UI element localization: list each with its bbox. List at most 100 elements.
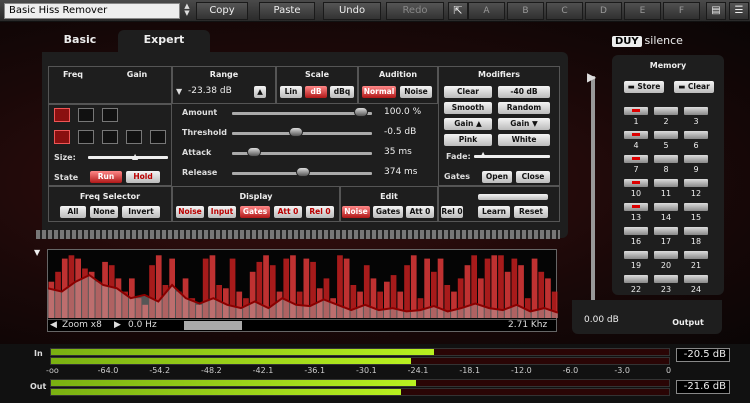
slot-c-button[interactable]: C	[546, 2, 583, 20]
memory-slot-19-button[interactable]	[624, 251, 648, 259]
range-down-icon[interactable]: ▼	[176, 87, 182, 96]
select-none-button[interactable]: None	[90, 206, 118, 218]
display-input-button[interactable]: Input	[208, 206, 236, 218]
graph-scroll-thumb[interactable]	[184, 321, 242, 330]
reset-button[interactable]: Reset	[514, 206, 548, 218]
memory-slot-17-button[interactable]	[654, 227, 678, 235]
size-slider[interactable]	[88, 156, 168, 159]
memory-slot-15-button[interactable]	[684, 203, 708, 211]
audition-normal-button[interactable]: Normal	[362, 86, 396, 98]
display-gates-button[interactable]: Gates	[240, 206, 270, 218]
memory-slot-3-button[interactable]	[684, 107, 708, 115]
memory-slot-1-button[interactable]	[624, 107, 648, 115]
redo-button[interactable]: Redo	[386, 2, 444, 20]
slider-release-knob[interactable]	[295, 167, 310, 177]
memory-slot-7-button[interactable]	[624, 155, 648, 163]
slot-b-button[interactable]: B	[507, 2, 544, 20]
help-icon[interactable]: ▤	[706, 2, 726, 20]
fade-handle-icon[interactable]: ▲	[480, 150, 486, 159]
state-run-button[interactable]: Run	[90, 171, 122, 183]
gates-close-button[interactable]: Close	[516, 171, 550, 183]
modifier-white-button[interactable]: White	[498, 134, 550, 146]
spectrum-graph[interactable]: ◀ Zoom x8 ▶ 0.0 Hz 2.71 Khz	[47, 249, 558, 332]
pencil-line-icon[interactable]	[78, 108, 94, 122]
edit-noise-button[interactable]: Noise	[342, 206, 370, 218]
gates-open-button[interactable]: Open	[482, 171, 512, 183]
preset-name-field[interactable]: Basic Hiss Remover	[4, 3, 180, 19]
edit-att-button[interactable]: Att 0	[406, 206, 434, 218]
modifier-minus40-button[interactable]: -40 dB	[498, 86, 550, 98]
chat-icon[interactable]: ☰	[729, 2, 749, 20]
pencil-fill-icon[interactable]	[102, 108, 118, 122]
modifier-random-button[interactable]: Random	[498, 102, 550, 114]
shape-shelf-icon[interactable]	[126, 130, 142, 144]
output-fader[interactable]: ▶	[578, 56, 608, 336]
range-value[interactable]: -23.38 dB	[188, 86, 232, 96]
zoom-right-icon[interactable]: ▶	[114, 320, 121, 330]
copy-button[interactable]: Copy	[196, 2, 248, 20]
modifier-pink-button[interactable]: Pink	[444, 134, 492, 146]
memory-slot-18-button[interactable]	[684, 227, 708, 235]
range-up-icon[interactable]: ▲	[254, 86, 266, 98]
preset-spin-icon[interactable]: ▲ ▼	[182, 3, 192, 19]
memory-slot-6-button[interactable]	[684, 131, 708, 139]
modifier-smooth-button[interactable]: Smooth	[444, 102, 492, 114]
tab-basic[interactable]: Basic	[50, 30, 110, 52]
memory-slot-11-button[interactable]	[654, 179, 678, 187]
select-all-button[interactable]: All	[60, 206, 86, 218]
modifier-gain-up-button[interactable]: Gain ▲	[444, 118, 492, 130]
memory-slot-5-button[interactable]	[654, 131, 678, 139]
scale-dbq-button[interactable]: dBq	[330, 86, 354, 98]
shape-dip-icon[interactable]	[102, 130, 118, 144]
slider-threshold-knob[interactable]	[288, 127, 303, 137]
modifier-clear-button[interactable]: Clear	[444, 86, 492, 98]
memory-slot-22-button[interactable]	[624, 275, 648, 283]
output-fader-handle-icon[interactable]: ▶	[587, 70, 596, 84]
memory-slot-9-button[interactable]	[684, 155, 708, 163]
tab-expert[interactable]: Expert	[118, 30, 210, 52]
memory-slot-12-button[interactable]	[684, 179, 708, 187]
shape-bell-icon[interactable]	[78, 130, 94, 144]
pencil-point-icon[interactable]	[54, 108, 70, 122]
display-att-button[interactable]: Att 0	[274, 206, 302, 218]
audition-noise-button[interactable]: Noise	[400, 86, 432, 98]
graph-menu-icon[interactable]: ▼	[34, 248, 40, 257]
zoom-left-icon[interactable]: ◀	[50, 320, 57, 330]
slot-e-button[interactable]: E	[624, 2, 661, 20]
learn-button[interactable]: Learn	[478, 206, 510, 218]
slot-d-button[interactable]: D	[585, 2, 622, 20]
slider-amount-track[interactable]	[232, 112, 372, 115]
scale-db-button[interactable]: dB	[305, 86, 327, 98]
slider-attack-knob[interactable]	[246, 147, 261, 157]
slot-f-button[interactable]: F	[663, 2, 700, 20]
memory-slot-21-button[interactable]	[684, 251, 708, 259]
memory-slot-13-button[interactable]	[624, 203, 648, 211]
output-fader-track[interactable]	[591, 76, 595, 306]
undo-button[interactable]: Undo	[323, 2, 381, 20]
scale-lin-button[interactable]: Lin	[280, 86, 302, 98]
memory-store-button[interactable]: ▬ Store	[624, 81, 664, 93]
paste-button[interactable]: Paste	[259, 2, 315, 20]
modifier-gain-down-button[interactable]: Gain ▼	[498, 118, 550, 130]
band-selector-strip[interactable]	[36, 230, 560, 239]
memory-slot-24-button[interactable]	[684, 275, 708, 283]
shape-flat-icon[interactable]	[150, 130, 166, 144]
memory-clear-button[interactable]: ▬ Clear	[674, 81, 714, 93]
memory-slot-4-button[interactable]	[624, 131, 648, 139]
memory-slot-23-button[interactable]	[654, 275, 678, 283]
display-noise-button[interactable]: Noise	[176, 206, 204, 218]
memory-slot-10-button[interactable]	[624, 179, 648, 187]
slot-a-button[interactable]: A	[468, 2, 505, 20]
shape-peak-icon[interactable]	[54, 130, 70, 144]
edit-rel-button[interactable]: Rel 0	[441, 206, 463, 218]
export-icon[interactable]: ⇱	[448, 2, 468, 20]
slider-amount-knob[interactable]	[354, 107, 369, 117]
memory-slot-8-button[interactable]	[654, 155, 678, 163]
memory-slot-14-button[interactable]	[654, 203, 678, 211]
memory-slot-20-button[interactable]	[654, 251, 678, 259]
display-rel-button[interactable]: Rel 0	[306, 206, 334, 218]
output-value[interactable]: 0.00 dB	[584, 315, 619, 325]
memory-slot-2-button[interactable]	[654, 107, 678, 115]
memory-slot-16-button[interactable]	[624, 227, 648, 235]
state-hold-button[interactable]: Hold	[126, 171, 160, 183]
